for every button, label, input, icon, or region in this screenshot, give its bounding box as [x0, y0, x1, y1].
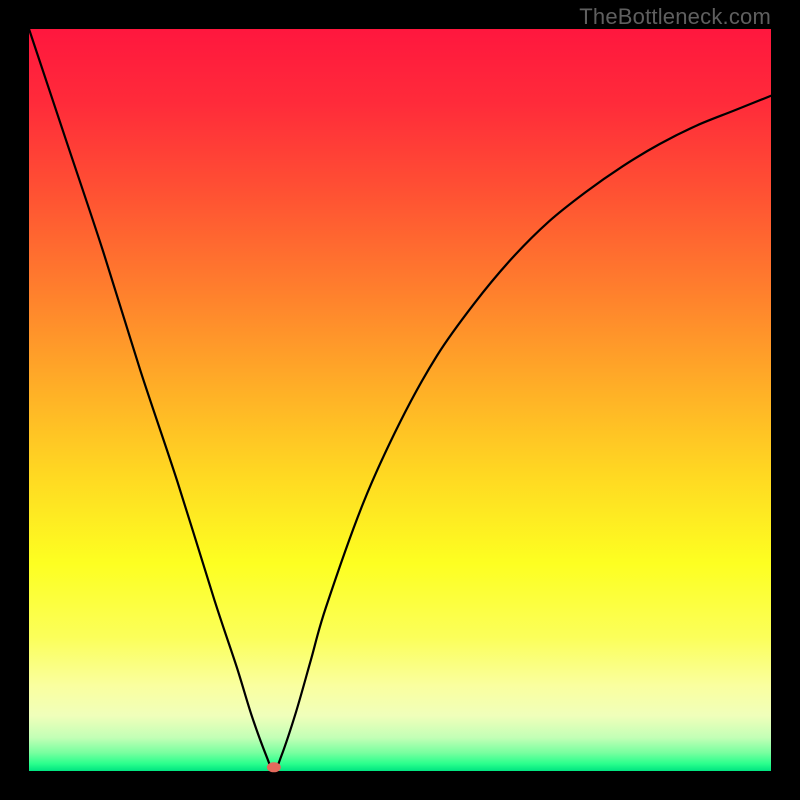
bottleneck-chart [0, 0, 800, 800]
chart-frame: TheBottleneck.com [0, 0, 800, 800]
plot-background [29, 29, 771, 771]
optimal-point-marker [267, 762, 281, 772]
